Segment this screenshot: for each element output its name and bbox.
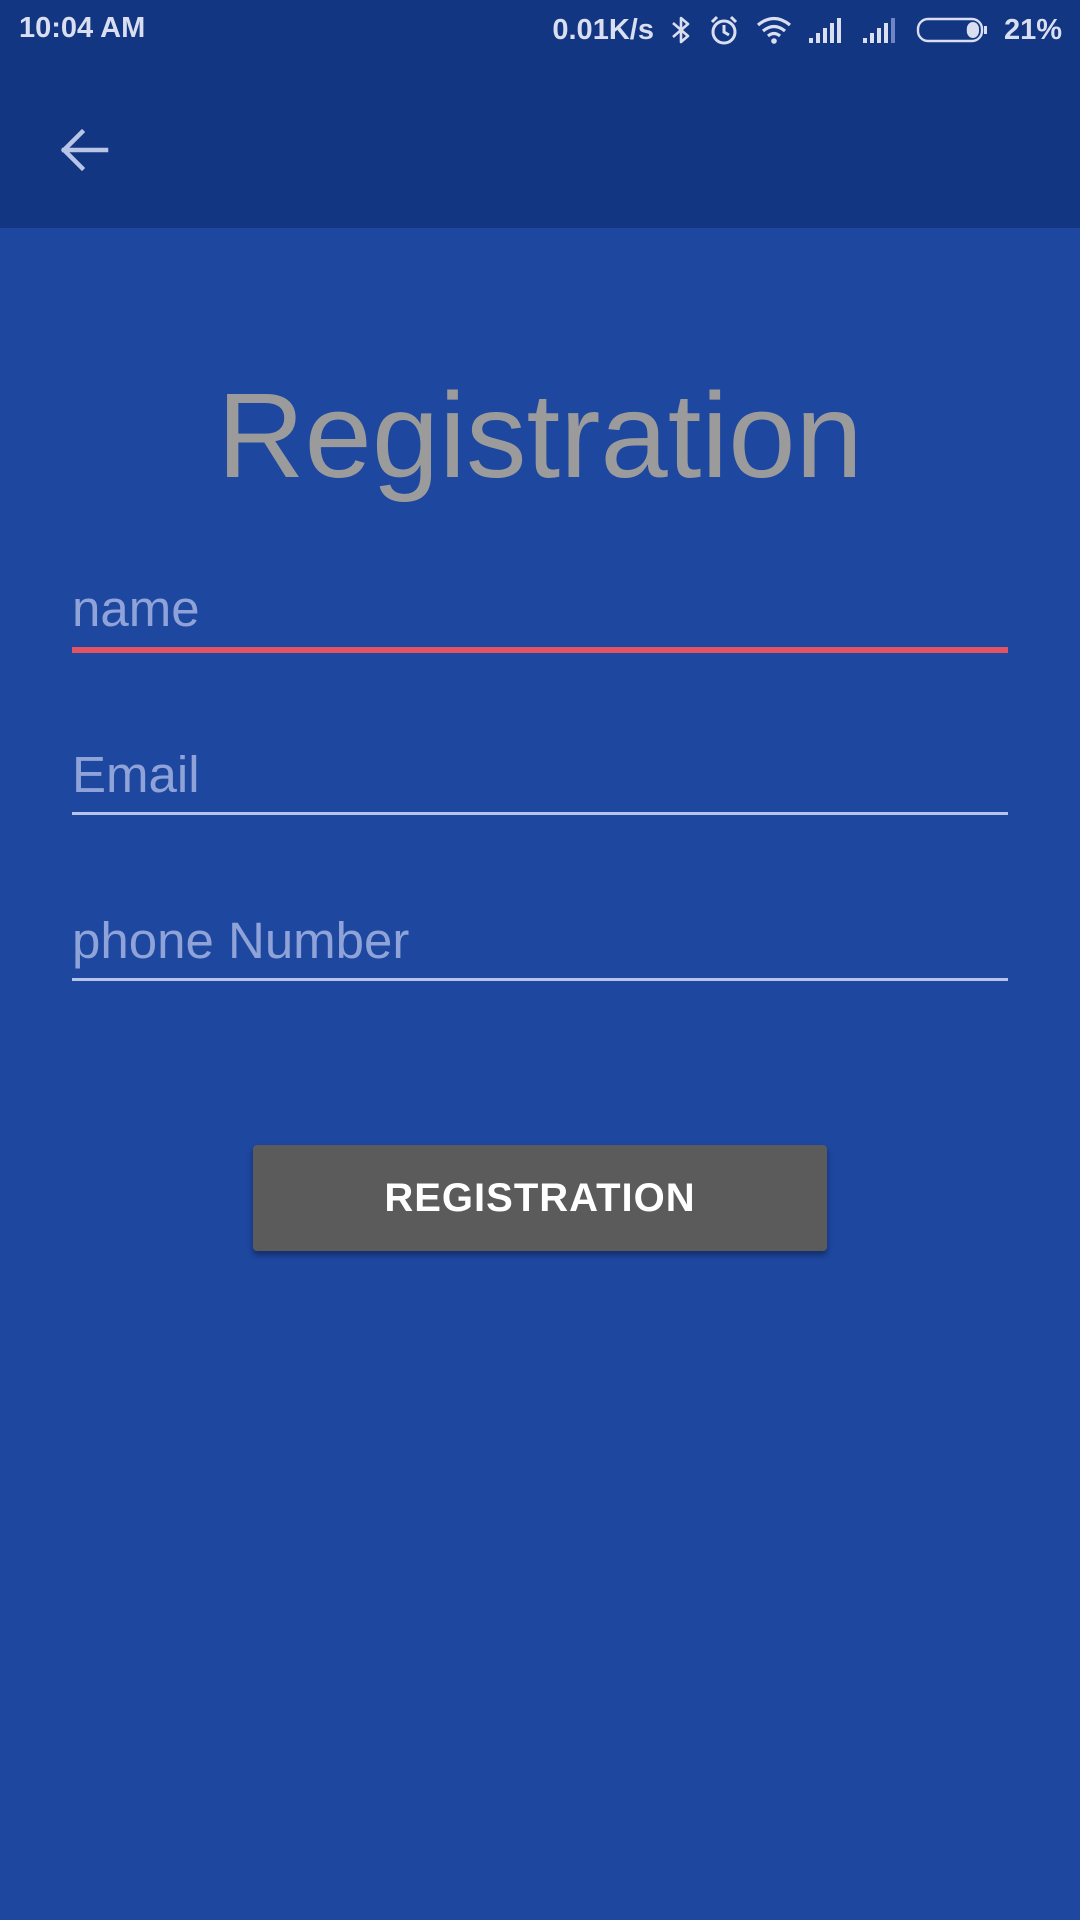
- signal-icon: [808, 16, 846, 44]
- app-bar: [0, 60, 1080, 228]
- battery-icon: [916, 16, 988, 44]
- email-input[interactable]: [72, 734, 1008, 814]
- status-icons: 0.01K/s 21%: [536, 0, 1062, 60]
- battery-percent: 21%: [1003, 13, 1062, 46]
- bluetooth-icon: [670, 14, 692, 46]
- name-field: [72, 568, 1008, 653]
- page-title: Registration: [217, 367, 863, 503]
- back-button[interactable]: [44, 112, 124, 192]
- arrow-left-icon: [58, 124, 110, 180]
- phone-number-input[interactable]: [72, 900, 1008, 980]
- signal-icon: [862, 16, 900, 44]
- name-underline: [72, 647, 1008, 653]
- email-underline: [72, 812, 1008, 815]
- wifi-icon: [756, 16, 792, 44]
- phone-underline: [72, 978, 1008, 981]
- network-speed: 0.01K/s: [552, 13, 654, 46]
- name-input[interactable]: [72, 568, 1008, 648]
- alarm-icon: [708, 14, 740, 46]
- email-field: [72, 734, 1008, 815]
- status-bar: 10:04 AM 0.01K/s 21%: [0, 0, 1080, 60]
- status-time: 10:04 AM: [19, 12, 146, 44]
- phone-field: [72, 900, 1008, 981]
- registration-button[interactable]: REGISTRATION: [253, 1145, 827, 1251]
